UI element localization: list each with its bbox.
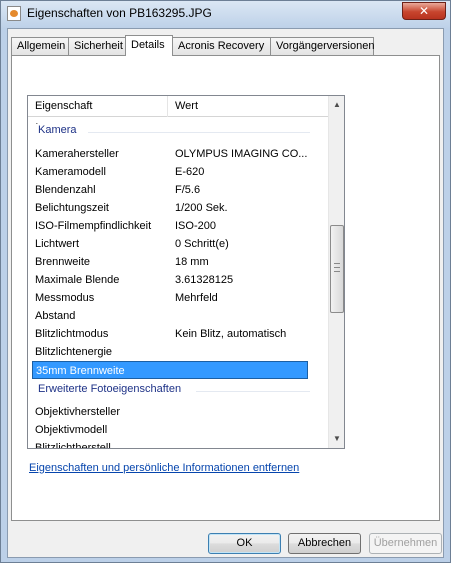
properties-window: Eigenschaften von PB163295.JPG ✕ Allgeme… xyxy=(0,0,451,563)
tab-acronis-recovery[interactable]: Acronis Recovery xyxy=(172,37,271,55)
property-value: ISO-200 xyxy=(175,220,216,232)
image-file-icon xyxy=(7,6,21,21)
close-button[interactable]: ✕ xyxy=(402,2,446,20)
list-item-selected[interactable]: 35mm Brennweite xyxy=(32,361,308,379)
remove-properties-link[interactable]: Eigenschaften und persönliche Informatio… xyxy=(29,462,299,474)
details-panel: Eigenschaft Wert · Kamera Kameraherstell… xyxy=(11,55,440,521)
property-value: E-620 xyxy=(175,166,205,178)
group-divider xyxy=(196,391,310,392)
tab-vorgaengerversionen[interactable]: Vorgängerversionen xyxy=(270,37,374,55)
property-name: Maximale Blende xyxy=(35,274,120,286)
property-name: Kameramodell xyxy=(35,166,106,178)
list-item[interactable]: Belichtungszeit 1/200 Sek. xyxy=(32,199,308,217)
property-name: 35mm Brennweite xyxy=(36,365,125,377)
tab-strip: Allgemein Sicherheit Details Acronis Rec… xyxy=(11,35,441,56)
list-item[interactable]: ISO-Filmempfindlichkeit ISO-200 xyxy=(32,217,308,235)
property-value: Mehrfeld xyxy=(175,292,218,304)
group-header-erweiterte-fotoeigenschaften[interactable]: Erweiterte Fotoeigenschaften xyxy=(38,383,181,401)
property-value: OLYMPUS IMAGING CO... xyxy=(175,148,308,160)
property-name: Objektivmodell xyxy=(35,424,108,436)
properties-list[interactable]: Eigenschaft Wert · Kamera Kameraherstell… xyxy=(27,95,345,449)
group-divider xyxy=(88,132,310,133)
property-name: Blitzlichtmodus xyxy=(35,328,109,340)
property-value: 1/200 Sek. xyxy=(175,202,228,214)
list-item[interactable]: Objektivmodell xyxy=(32,421,308,439)
property-name: Belichtungszeit xyxy=(35,202,109,214)
column-header-property[interactable]: Eigenschaft xyxy=(28,96,168,117)
property-name: Abstand xyxy=(35,310,76,322)
grip-icon xyxy=(334,263,340,272)
apply-button[interactable]: Übernehmen xyxy=(369,533,442,554)
property-value: 18 mm xyxy=(175,256,209,268)
list-item-partial[interactable]: Blitzlichtherstell xyxy=(32,439,308,448)
scroll-down-arrow-icon[interactable]: ▼ xyxy=(329,430,344,447)
group-header-kamera[interactable]: Kamera xyxy=(38,124,77,142)
property-name: Lichtwert xyxy=(35,238,80,250)
property-name: Blitzlichtherstell xyxy=(35,442,111,448)
list-item[interactable]: Lichtwert 0 Schritt(e) xyxy=(32,235,308,253)
list-item[interactable]: Kamerahersteller OLYMPUS IMAGING CO... xyxy=(32,145,308,163)
list-item[interactable]: Brennweite 18 mm xyxy=(32,253,308,271)
property-name: Kamerahersteller xyxy=(35,148,119,160)
property-name: Blendenzahl xyxy=(35,184,96,196)
property-value: F/5.6 xyxy=(175,184,201,196)
property-name: Blitzlichtenergie xyxy=(35,346,113,358)
window-title: Eigenschaften von PB163295.JPG xyxy=(27,6,212,20)
list-item[interactable]: Objektivhersteller xyxy=(32,403,308,421)
property-value: 3.61328125 xyxy=(175,274,234,286)
list-item[interactable]: Kameramodell E-620 xyxy=(32,163,308,181)
ok-button[interactable]: OK xyxy=(208,533,281,554)
property-name: ISO-Filmempfindlichkeit xyxy=(35,220,152,232)
column-header-value[interactable]: Wert xyxy=(168,96,328,117)
list-body: · Kamera Kamerahersteller OLYMPUS IMAGIN… xyxy=(28,118,328,448)
title-bar[interactable]: Eigenschaften von PB163295.JPG ✕ xyxy=(1,1,450,27)
tab-details[interactable]: Details xyxy=(125,35,173,56)
property-name: Objektivhersteller xyxy=(35,406,120,418)
list-item[interactable]: Abstand xyxy=(32,307,308,325)
dialog-client-area: Allgemein Sicherheit Details Acronis Rec… xyxy=(7,28,444,558)
list-item[interactable]: Blitzlichtmodus Kein Blitz, automatisch xyxy=(32,325,308,343)
scroll-thumb[interactable] xyxy=(330,225,344,313)
tab-sicherheit[interactable]: Sicherheit xyxy=(68,37,126,55)
list-item[interactable]: Blendenzahl F/5.6 xyxy=(32,181,308,199)
list-item[interactable]: Blitzlichtenergie xyxy=(32,343,308,361)
property-name: Brennweite xyxy=(35,256,91,268)
property-value: 0 Schritt(e) xyxy=(175,238,229,250)
vertical-scrollbar[interactable]: ▲ ▼ xyxy=(328,96,344,448)
scroll-up-arrow-icon[interactable]: ▲ xyxy=(329,96,344,113)
list-item[interactable]: Maximale Blende 3.61328125 xyxy=(32,271,308,289)
tab-allgemein[interactable]: Allgemein xyxy=(11,37,69,55)
list-header: Eigenschaft Wert xyxy=(28,96,328,117)
list-item[interactable]: Messmodus Mehrfeld xyxy=(32,289,308,307)
cancel-button[interactable]: Abbrechen xyxy=(288,533,361,554)
property-name: Messmodus xyxy=(35,292,95,304)
property-value: Kein Blitz, automatisch xyxy=(175,328,287,340)
